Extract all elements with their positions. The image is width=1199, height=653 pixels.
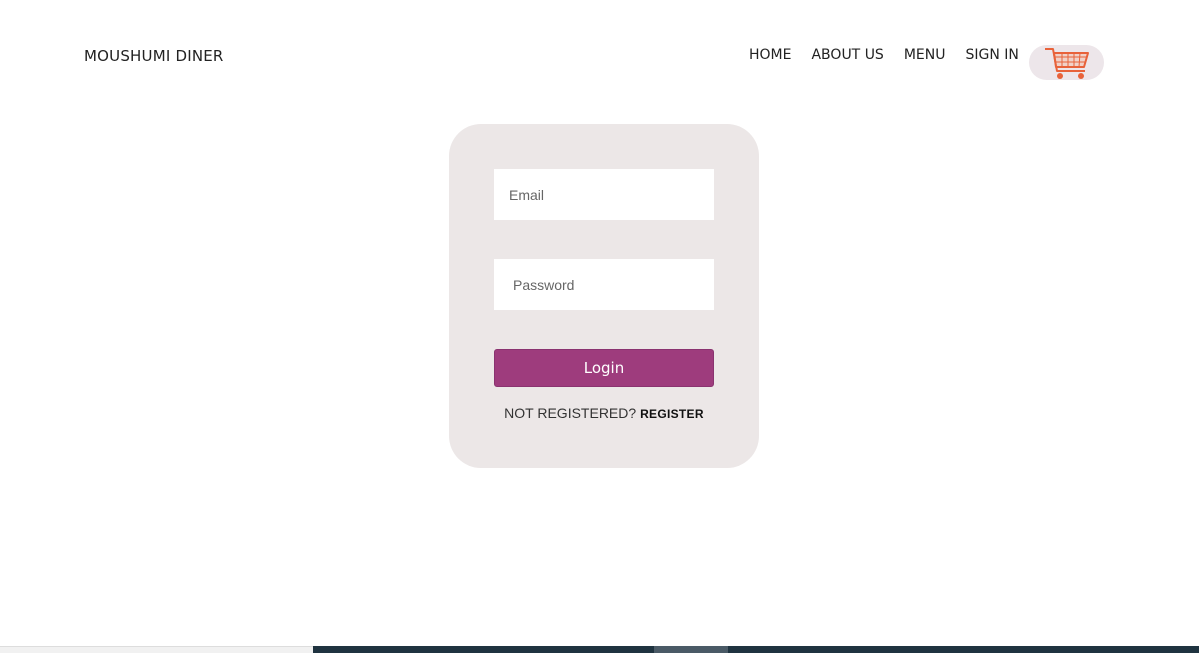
- not-registered-text: NOT REGISTERED?: [504, 405, 637, 421]
- page: MOUSHUMI DINER HOME ABOUT US MENU SIGN I…: [0, 0, 1199, 653]
- nav-menu[interactable]: MENU: [904, 47, 946, 63]
- shopping-cart-icon: [1044, 47, 1089, 79]
- register-link[interactable]: REGISTER: [640, 407, 704, 421]
- brand-logo-text[interactable]: MOUSHUMI DINER: [84, 47, 224, 65]
- bottom-bar-left: [0, 646, 313, 653]
- nav-home[interactable]: HOME: [749, 47, 791, 63]
- bottom-bar-thumb[interactable]: [654, 646, 728, 653]
- main-nav: HOME ABOUT US MENU SIGN IN: [749, 47, 1039, 63]
- nav-about-us[interactable]: ABOUT US: [811, 47, 883, 63]
- nav-sign-in[interactable]: SIGN IN: [965, 47, 1018, 63]
- email-field[interactable]: [494, 169, 714, 220]
- register-prompt: NOT REGISTERED? REGISTER: [449, 405, 759, 421]
- login-button[interactable]: Login: [494, 349, 714, 387]
- login-card: Login NOT REGISTERED? REGISTER: [449, 124, 759, 468]
- password-field[interactable]: [494, 259, 714, 310]
- bottom-bar-right: [313, 646, 1199, 653]
- cart-button[interactable]: [1029, 45, 1104, 80]
